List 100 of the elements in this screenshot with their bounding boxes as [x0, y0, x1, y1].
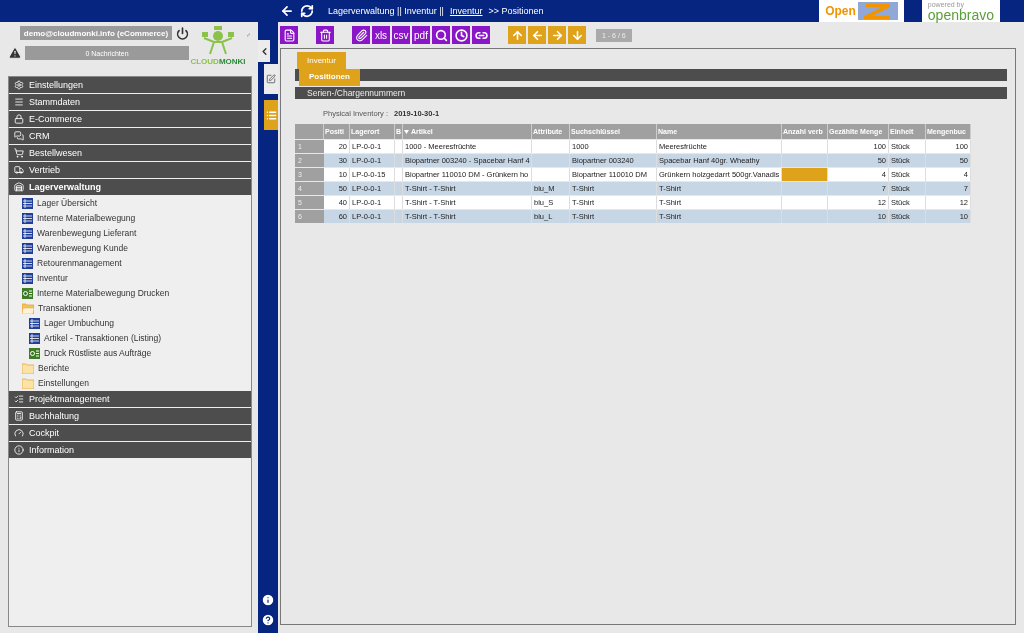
menu-group[interactable]: Einstellungen [9, 77, 251, 93]
warning-icon [8, 46, 22, 60]
menu-group-label: Stammdaten [29, 97, 81, 107]
trash-icon [318, 28, 332, 42]
calculator-icon [14, 411, 24, 421]
search-button[interactable] [432, 26, 450, 44]
menu-item[interactable]: Transaktionen [9, 301, 251, 315]
arrow-left-icon [530, 28, 544, 42]
menu-group[interactable]: Projektmanagement [9, 391, 251, 407]
menu-item[interactable]: Artikel - Transaktionen (Listing) [9, 331, 251, 345]
edit-icon [266, 74, 276, 84]
menu-item-label: Interne Materialbewegung [37, 213, 136, 223]
row-number-header [295, 124, 324, 139]
list-icon [14, 97, 24, 107]
menu-item-label: Transaktionen [38, 303, 92, 313]
menu-item-label: Warenbewegung Lieferant [37, 228, 137, 238]
menu-group-label: Vertrieb [29, 165, 61, 175]
menu-item[interactable]: Warenbewegung Lieferant [9, 226, 251, 240]
gauge-icon [14, 428, 24, 438]
document-icon [282, 28, 296, 42]
new-document-button[interactable] [280, 26, 298, 44]
export-button[interactable]: xls [372, 26, 390, 44]
collapse-button[interactable] [258, 40, 270, 62]
table-cell [532, 168, 570, 181]
menu-group[interactable]: Vertrieb [9, 162, 251, 178]
attach-button[interactable] [352, 26, 370, 44]
back-icon[interactable] [280, 4, 294, 18]
window-icon [22, 227, 33, 239]
window-icon [22, 272, 33, 284]
search-icon [434, 28, 448, 42]
menu-item-label: Inventur [37, 273, 68, 283]
menu-item[interactable]: Einstellungen [9, 376, 251, 390]
menu-item-label: Lager Umbuchung [44, 318, 114, 328]
delete-button[interactable] [316, 26, 334, 44]
warehouse-icon [14, 182, 24, 192]
menu-group-label: Lagerverwaltung [29, 182, 102, 192]
menu-item-label: Artikel - Transaktionen (Listing) [44, 333, 162, 343]
menu-item-label: Retourenmanagement [37, 258, 122, 268]
table-cell [532, 154, 570, 167]
chat-icon [14, 131, 24, 141]
menu-group-label: Cockpit [29, 428, 59, 438]
arrow-right-icon [550, 28, 564, 42]
process-icon [29, 347, 40, 359]
menu-group-label: Projektmanagement [29, 394, 110, 404]
menu-item[interactable]: Retourenmanagement [9, 256, 251, 270]
window-icon [22, 212, 33, 224]
refresh-icon[interactable] [300, 4, 314, 18]
menu-item-label: Druck Rüstliste aus Aufträge [44, 348, 152, 358]
menu-group-label: Einstellungen [29, 80, 84, 90]
list-icon [14, 394, 24, 404]
tab[interactable]: Serien-/Chargennummern [295, 87, 406, 99]
cart-icon [14, 148, 24, 158]
menu-group-label: Information [29, 445, 75, 455]
menu-item[interactable]: Inventur [9, 271, 251, 285]
menu-group[interactable]: Bestellwesen [9, 145, 251, 161]
menu-item-label: Berichte [38, 363, 70, 373]
menu-item-label: Interne Materialbewegung Drucken [37, 288, 170, 298]
list-icon [265, 109, 277, 121]
menu-group[interactable]: Cockpit [9, 425, 251, 441]
side-tab[interactable] [264, 64, 278, 94]
menu-item[interactable]: Berichte [9, 361, 251, 375]
truck-icon [14, 165, 24, 175]
menu-group[interactable]: Information [9, 442, 251, 458]
history-button[interactable] [452, 26, 470, 44]
link-button[interactable] [472, 26, 490, 44]
window-icon [22, 242, 33, 254]
menu-item[interactable]: Interne Materialbewegung [9, 211, 251, 225]
window-icon [22, 197, 33, 209]
menu-item[interactable]: Lager Umbuchung [9, 316, 251, 330]
power-icon[interactable] [176, 26, 189, 40]
menu-group[interactable]: E-Commerce [9, 111, 251, 127]
monkey-logo [200, 26, 236, 56]
menu-item[interactable]: Druck Rüstliste aus Aufträge [9, 346, 251, 360]
info-icon[interactable] [261, 593, 275, 607]
menu-group[interactable]: Buchhaltung [9, 408, 251, 424]
menu-item[interactable]: Warenbewegung Kunde [9, 241, 251, 255]
export-button[interactable]: csv [392, 26, 410, 44]
clock-icon [454, 28, 468, 42]
process-icon [22, 287, 33, 299]
breadcrumb-link[interactable]: Inventur [449, 6, 483, 16]
help-icon[interactable] [261, 613, 275, 627]
menu-group[interactable]: Stammdaten [9, 94, 251, 110]
breadcrumb-text: >> Positionen [488, 6, 544, 16]
table-cell [532, 140, 570, 153]
menu-group[interactable]: CRM [9, 128, 251, 144]
export-button[interactable]: pdf [412, 26, 430, 44]
breadcrumb-text: Lagerverwaltung || Inventur || [328, 6, 444, 16]
openz-logo: Open [819, 0, 904, 22]
gear-icon [14, 80, 24, 90]
menu-item-label: Warenbewegung Kunde [37, 243, 128, 253]
menu-item[interactable]: Lager Übersicht [9, 196, 251, 210]
lock-icon [14, 114, 24, 124]
paperclip-icon [354, 28, 368, 42]
arrow-up-icon [510, 28, 524, 42]
menu-item-label: Lager Übersicht [37, 198, 97, 208]
window-icon [29, 317, 40, 329]
arrow-down-icon [570, 28, 584, 42]
menu-group-label: Bestellwesen [29, 148, 83, 158]
menu-item[interactable]: Interne Materialbewegung Drucken [9, 286, 251, 300]
menu-group[interactable]: Lagerverwaltung [9, 179, 251, 195]
